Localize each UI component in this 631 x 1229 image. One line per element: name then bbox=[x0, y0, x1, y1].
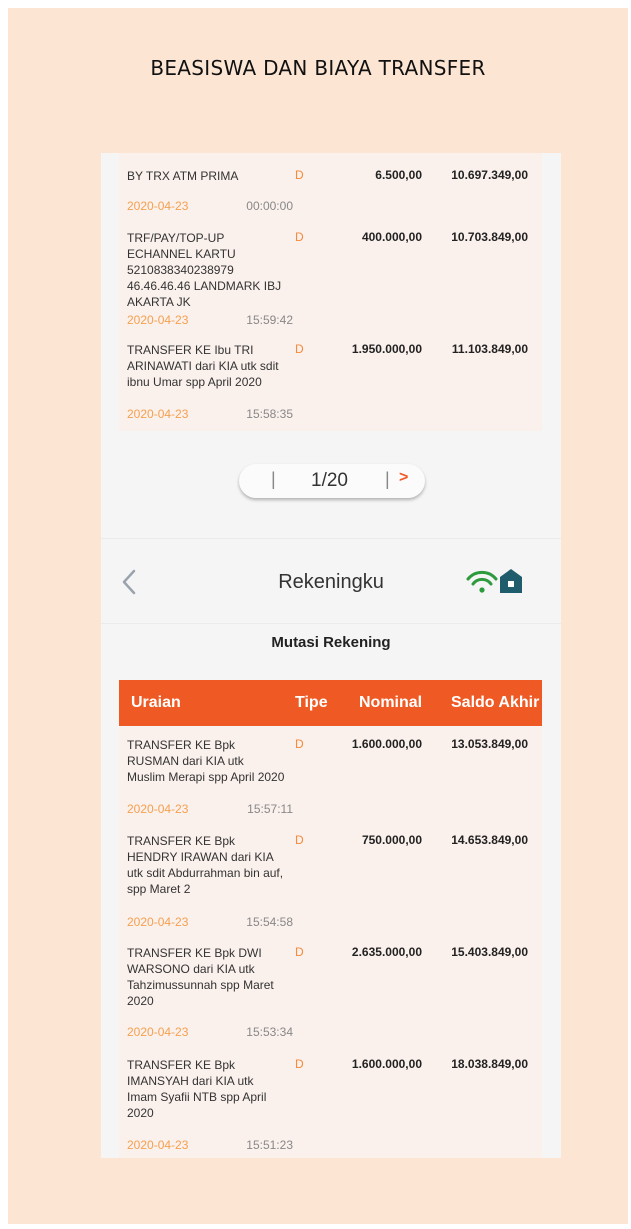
row-date: 2020-04-23 bbox=[127, 1025, 189, 1039]
row-uraian: TRANSFER KE Bpk HENDRY IRAWAN dari KIA u… bbox=[127, 834, 284, 896]
table-header: Uraian Tipe Nominal Saldo Akhir bbox=[119, 680, 542, 726]
table-row[interactable]: TRANSFER KE Bpk DWI WARSONO dari KIA utk… bbox=[119, 933, 542, 1045]
row-uraian: TRANSFER KE Bpk DWI WARSONO dari KIA utk… bbox=[127, 946, 274, 1008]
row-uraian: TRANSFER KE Bpk IMANSYAH dari KIA utk Im… bbox=[127, 1058, 267, 1120]
section-subtitle: Mutasi Rekening bbox=[271, 634, 391, 651]
row-nominal: 750.000,00 bbox=[361, 833, 422, 847]
pagination: | 1/20 | > bbox=[239, 464, 425, 498]
header-nominal: Nominal bbox=[359, 694, 423, 711]
page-indicator: 1/20 bbox=[311, 470, 348, 491]
row-time: 15:53:34 bbox=[246, 1025, 293, 1039]
row-tipe: D bbox=[295, 833, 304, 847]
pagination-separator: | bbox=[271, 469, 276, 489]
table-row[interactable]: TRANSFER KE Bpk HENDRY IRAWAN dari KIA u… bbox=[119, 821, 542, 933]
row-time: 15:51:23 bbox=[246, 1138, 293, 1152]
app-bar: Rekeningku bbox=[101, 538, 561, 624]
wifi-home-icon bbox=[466, 567, 526, 600]
row-date: 2020-04-23 bbox=[127, 407, 189, 421]
row-tipe: D bbox=[295, 1057, 304, 1071]
row-saldo: 14.653.849,00 bbox=[451, 833, 528, 847]
row-nominal: 6.500,00 bbox=[375, 168, 422, 182]
row-saldo: 10.703.849,00 bbox=[451, 230, 528, 244]
page-background: BEASISWA DAN BIAYA TRANSFER BY TRX ATM P… bbox=[8, 8, 628, 1224]
header-uraian: Uraian bbox=[131, 694, 181, 711]
header-tipe: Tipe bbox=[295, 694, 328, 711]
row-time: 15:59:42 bbox=[246, 313, 293, 327]
row-saldo: 13.053.849,00 bbox=[451, 737, 528, 751]
row-nominal: 2.635.000,00 bbox=[351, 945, 422, 959]
row-uraian: TRANSFER KE Bpk RUSMAN dari KIA utk Musl… bbox=[127, 738, 285, 784]
table-row[interactable]: TRANSFER KE Bpk IMANSYAH dari KIA utk Im… bbox=[119, 1045, 542, 1158]
table-row[interactable]: TRANSFER KE Bpk RUSMAN dari KIA utk Musl… bbox=[119, 727, 542, 821]
row-tipe: D bbox=[295, 168, 304, 182]
row-saldo: 10.697.349,00 bbox=[451, 168, 528, 182]
row-uraian: TRF/PAY/TOP-UP ECHANNEL KARTU 5210838340… bbox=[127, 231, 282, 309]
row-saldo: 18.038.849,00 bbox=[451, 1057, 528, 1071]
transaction-list: TRANSFER KE Bpk RUSMAN dari KIA utk Musl… bbox=[119, 727, 542, 1158]
row-nominal: 1.950.000,00 bbox=[351, 342, 422, 356]
row-date: 2020-04-23 bbox=[127, 199, 189, 213]
transaction-list-top: BY TRX ATM PRIMA D 6.500,00 10.697.349,0… bbox=[119, 153, 542, 431]
row-nominal: 1.600.000,00 bbox=[351, 737, 422, 751]
next-page-button[interactable]: > bbox=[399, 469, 408, 487]
row-nominal: 1.600.000,00 bbox=[351, 1057, 422, 1071]
row-nominal: 400.000,00 bbox=[361, 230, 422, 244]
wifi-icon bbox=[466, 570, 498, 593]
row-uraian: BY TRX ATM PRIMA bbox=[127, 169, 239, 183]
table-row[interactable]: TRANSFER KE Ibu TRI ARINAWATI dari KIA u… bbox=[119, 335, 542, 431]
row-tipe: D bbox=[295, 342, 304, 356]
row-date: 2020-04-23 bbox=[127, 915, 189, 929]
row-tipe: D bbox=[295, 230, 304, 244]
row-date: 2020-04-23 bbox=[127, 802, 189, 816]
row-time: 15:57:11 bbox=[247, 802, 293, 816]
home-icon bbox=[500, 569, 522, 593]
row-time: 15:54:58 bbox=[246, 915, 293, 929]
row-date: 2020-04-23 bbox=[127, 1138, 189, 1152]
row-time: 00:00:00 bbox=[246, 199, 293, 213]
row-tipe: D bbox=[295, 945, 304, 959]
pagination-separator: | bbox=[385, 469, 390, 489]
header-saldo: Saldo Akhir bbox=[451, 694, 540, 711]
table-row[interactable]: TRF/PAY/TOP-UP ECHANNEL KARTU 5210838340… bbox=[119, 221, 542, 333]
row-tipe: D bbox=[295, 737, 304, 751]
phone-screenshot: BY TRX ATM PRIMA D 6.500,00 10.697.349,0… bbox=[101, 153, 561, 1158]
row-saldo: 15.403.849,00 bbox=[451, 945, 528, 959]
row-date: 2020-04-23 bbox=[127, 313, 189, 327]
page-title: BEASISWA DAN BIAYA TRANSFER bbox=[150, 56, 486, 80]
row-saldo: 11.103.849,00 bbox=[451, 342, 528, 356]
row-uraian: TRANSFER KE Ibu TRI ARINAWATI dari KIA u… bbox=[127, 343, 279, 389]
row-time: 15:58:35 bbox=[246, 407, 293, 421]
